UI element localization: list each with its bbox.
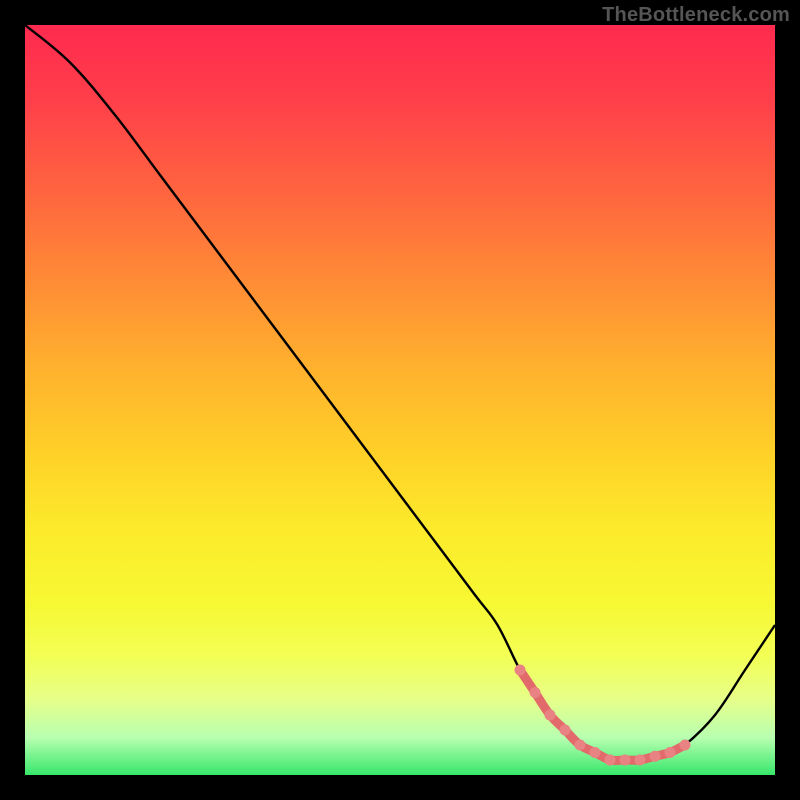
bottleneck-curve-svg (25, 25, 775, 775)
optimal-range-dot (560, 725, 571, 736)
plot-area (25, 25, 775, 775)
optimal-range-dot (575, 740, 586, 751)
optimal-range-dot (665, 747, 676, 758)
bottleneck-curve-path (25, 25, 775, 761)
optimal-range-dot (650, 751, 661, 762)
optimal-range-dot (635, 755, 646, 766)
watermark-text: TheBottleneck.com (602, 4, 790, 27)
optimal-range-dot (530, 687, 541, 698)
chart-container: TheBottleneck.com (0, 0, 800, 800)
optimal-range-dot (545, 710, 556, 721)
optimal-range-dot (515, 665, 526, 676)
optimal-range-dot (620, 755, 631, 766)
optimal-range-dot (590, 747, 601, 758)
optimal-range-dot (680, 740, 691, 751)
optimal-range-dot (605, 755, 616, 766)
